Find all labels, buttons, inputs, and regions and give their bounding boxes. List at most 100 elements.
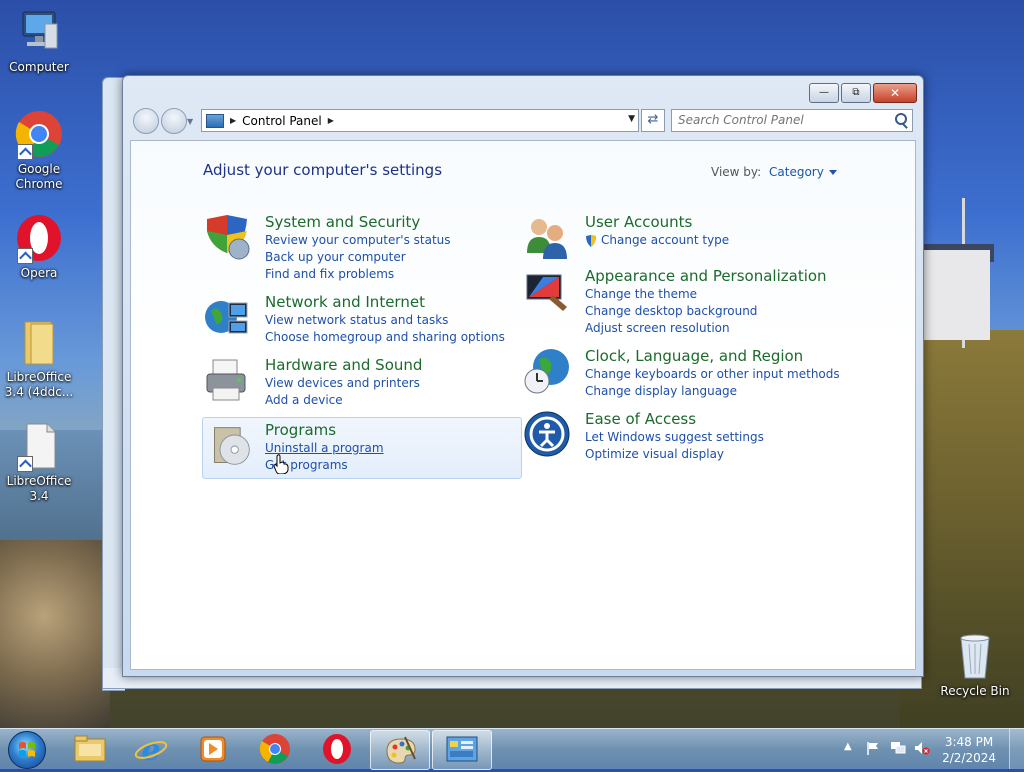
breadcrumb-arrow-icon[interactable]: ▶ — [328, 116, 334, 125]
link-change-account-type[interactable]: Change account type — [601, 233, 729, 247]
category-ease-of-access: Ease of Access Let Windows suggest setti… — [523, 410, 843, 462]
media-player-icon — [200, 736, 226, 762]
show-hidden-icons-button[interactable]: ▲ — [844, 741, 858, 755]
taskbar-internet-explorer[interactable]: e — [122, 730, 180, 768]
link-uninstall-program[interactable]: Uninstall a program — [265, 441, 384, 455]
minimize-icon: — — [819, 87, 829, 98]
taskbar: e ▲ 3:48 PM 2/2/2024 — [0, 728, 1024, 770]
search-input[interactable] — [672, 110, 883, 129]
hand-cursor-icon — [273, 454, 289, 475]
internet-explorer-icon: e — [134, 733, 168, 768]
forward-button[interactable] — [161, 108, 187, 134]
breadcrumb-control-panel[interactable]: Control Panel — [242, 114, 322, 128]
programs-disc-icon — [209, 424, 257, 472]
chrome-icon — [15, 110, 63, 160]
view-by-dropdown[interactable]: Category — [769, 165, 837, 179]
link-view-network-status[interactable]: View network status and tasks — [265, 313, 448, 327]
clock-time: 3:48 PM — [944, 735, 994, 749]
desktop-icon-libreoffice[interactable]: LibreOffice 3.4 — [0, 422, 78, 504]
control-panel-icon — [206, 113, 224, 128]
control-panel-window[interactable]: — ⧉ ✕ ▼ ▶ Control Panel ▶ ▼ ⇄ Adjust you… — [122, 75, 924, 677]
search-box[interactable] — [671, 109, 913, 132]
link-suggest-settings[interactable]: Let Windows suggest settings — [585, 430, 764, 444]
chrome-icon — [259, 734, 290, 764]
category-title[interactable]: Clock, Language, and Region — [585, 347, 803, 365]
link-screen-resolution[interactable]: Adjust screen resolution — [585, 321, 730, 335]
view-by-label: View by: — [711, 165, 762, 179]
link-add-device[interactable]: Add a device — [265, 393, 343, 407]
link-desktop-background[interactable]: Change desktop background — [585, 304, 757, 318]
taskbar-control-panel[interactable] — [432, 730, 492, 770]
desktop-icon-recycle-bin[interactable]: Recycle Bin — [936, 632, 1014, 699]
category-title[interactable]: Appearance and Personalization — [585, 267, 827, 285]
search-icon[interactable] — [895, 113, 907, 125]
minimize-button[interactable]: — — [809, 83, 839, 103]
link-display-language[interactable]: Change display language — [585, 384, 737, 398]
desktop-icon-chrome[interactable]: Google Chrome — [0, 110, 78, 192]
taskbar-chrome[interactable] — [246, 730, 304, 768]
taskbar-clock[interactable]: 3:48 PM 2/2/2024 — [942, 734, 996, 766]
address-bar[interactable]: ▶ Control Panel ▶ ▼ — [201, 109, 639, 132]
svg-text:e: e — [141, 733, 160, 768]
show-desktop-button[interactable] — [1009, 729, 1024, 769]
maximize-button[interactable]: ⧉ — [841, 83, 871, 103]
desktop-wallpaper-house — [920, 250, 990, 340]
desktop-icon-label: LibreOffice 3.4 (4ddc... — [4, 370, 74, 399]
link-change-keyboards[interactable]: Change keyboards or other input methods — [585, 367, 840, 381]
taskbar-opera[interactable] — [308, 730, 366, 768]
link-homegroup[interactable]: Choose homegroup and sharing options — [265, 330, 505, 344]
address-dropdown-icon[interactable]: ▼ — [628, 114, 635, 124]
desktop-icon-opera[interactable]: Opera — [0, 214, 78, 281]
close-button[interactable]: ✕ — [873, 83, 917, 103]
navigation-bar: ▼ ▶ Control Panel ▶ ▼ ⇄ — [131, 108, 913, 134]
windows-logo-icon — [19, 742, 35, 757]
category-clock-language: Clock, Language, and Region Change keybo… — [523, 347, 843, 399]
chevron-down-icon — [828, 170, 837, 175]
link-devices-printers[interactable]: View devices and printers — [265, 376, 420, 390]
category-system-security: System and Security Review your computer… — [203, 213, 523, 283]
close-icon: ✕ — [889, 86, 901, 100]
paint-palette-icon — [386, 736, 416, 764]
link-review-status[interactable]: Review your computer's status — [265, 233, 451, 247]
link-find-fix-problems[interactable]: Find and fix problems — [265, 267, 394, 281]
recent-pages-dropdown-icon[interactable]: ▼ — [187, 117, 193, 126]
folder-icon — [15, 318, 63, 366]
desktop-icon-libreoffice-folder[interactable]: LibreOffice 3.4 (4ddc... — [0, 318, 78, 400]
opera-icon — [15, 214, 63, 264]
desktop-icon-label: Opera — [20, 266, 58, 280]
computer-icon — [15, 8, 63, 56]
link-change-theme[interactable]: Change the theme — [585, 287, 697, 301]
category-title[interactable]: Programs — [265, 421, 336, 439]
breadcrumb-arrow-icon[interactable]: ▶ — [230, 116, 236, 125]
start-button[interactable] — [8, 731, 46, 769]
shortcut-arrow-icon — [17, 144, 33, 160]
network-icon[interactable] — [890, 741, 906, 755]
refresh-button[interactable]: ⇄ — [641, 109, 665, 132]
view-by-value: Category — [769, 165, 824, 179]
link-optimize-display[interactable]: Optimize visual display — [585, 447, 724, 461]
category-title[interactable]: System and Security — [265, 213, 420, 231]
taskbar-paint[interactable] — [370, 730, 430, 770]
caption-buttons: — ⧉ ✕ — [809, 83, 917, 103]
category-title[interactable]: Network and Internet — [265, 293, 425, 311]
document-icon — [15, 422, 63, 472]
desktop-icon-computer[interactable]: Computer — [0, 8, 78, 75]
link-backup[interactable]: Back up your computer — [265, 250, 406, 264]
category-title[interactable]: User Accounts — [585, 213, 692, 231]
volume-muted-icon[interactable] — [914, 741, 930, 755]
action-center-flag-icon[interactable] — [866, 741, 880, 755]
category-appearance: Appearance and Personalization Change th… — [523, 267, 843, 337]
taskbar-explorer[interactable] — [60, 730, 118, 768]
recycle-bin-icon — [951, 632, 999, 680]
clock-date: 2/2/2024 — [942, 751, 996, 765]
network-globe-icon — [203, 293, 251, 341]
category-title[interactable]: Hardware and Sound — [265, 356, 422, 374]
shortcut-arrow-icon — [17, 248, 33, 264]
opera-icon — [323, 734, 351, 764]
desktop-icon-label: Computer — [9, 60, 69, 74]
folder-icon — [74, 735, 106, 762]
category-programs[interactable]: Programs Uninstall a program Get program… — [202, 417, 522, 479]
category-title[interactable]: Ease of Access — [585, 410, 696, 428]
back-button[interactable] — [133, 108, 159, 134]
taskbar-media-player[interactable] — [184, 730, 242, 768]
